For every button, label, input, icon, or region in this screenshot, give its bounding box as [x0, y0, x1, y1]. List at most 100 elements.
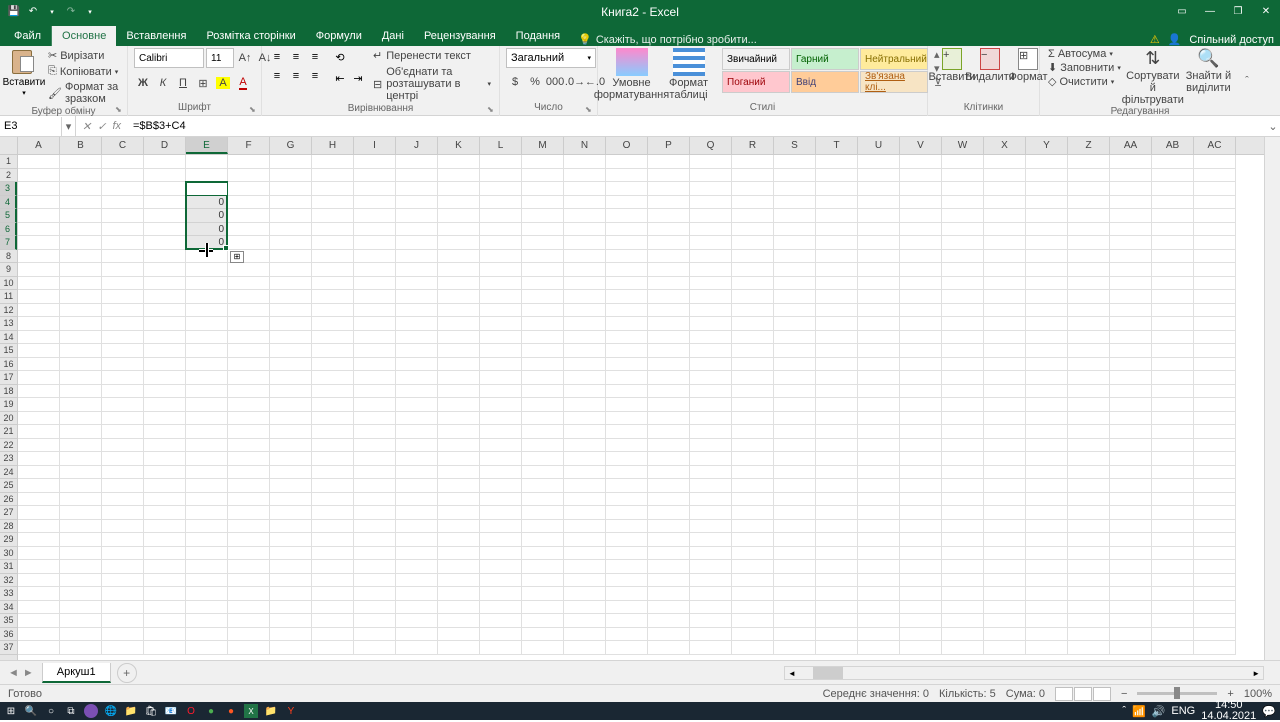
cell-A8[interactable] — [18, 250, 60, 264]
cell-AC24[interactable] — [1194, 466, 1236, 480]
cell-A10[interactable] — [18, 277, 60, 291]
undo-icon[interactable]: ↶ — [25, 4, 41, 20]
cell-W3[interactable] — [942, 182, 984, 196]
cell-Z37[interactable] — [1068, 641, 1110, 655]
paste-button[interactable]: Вставити ▾ — [6, 48, 42, 97]
cell-H23[interactable] — [312, 452, 354, 466]
style-bad[interactable]: Поганий — [722, 71, 790, 93]
cell-H11[interactable] — [312, 290, 354, 304]
cell-O26[interactable] — [606, 493, 648, 507]
cell-K36[interactable] — [438, 628, 480, 642]
cell-D36[interactable] — [144, 628, 186, 642]
cell-Z34[interactable] — [1068, 601, 1110, 615]
cell-I17[interactable] — [354, 371, 396, 385]
cell-AC27[interactable] — [1194, 506, 1236, 520]
col-header-J[interactable]: J — [396, 137, 438, 154]
tray-up-icon[interactable]: ˆ — [1122, 705, 1126, 717]
cell-R12[interactable] — [732, 304, 774, 318]
cell-O33[interactable] — [606, 587, 648, 601]
cell-R31[interactable] — [732, 560, 774, 574]
cell-T29[interactable] — [816, 533, 858, 547]
cell-AB24[interactable] — [1152, 466, 1194, 480]
percent-icon[interactable]: % — [526, 73, 544, 91]
cell-AA8[interactable] — [1110, 250, 1152, 264]
cell-A7[interactable] — [18, 236, 60, 250]
cell-K20[interactable] — [438, 412, 480, 426]
col-header-M[interactable]: M — [522, 137, 564, 154]
cell-M9[interactable] — [522, 263, 564, 277]
cell-I14[interactable] — [354, 331, 396, 345]
cell-L15[interactable] — [480, 344, 522, 358]
cell-G3[interactable] — [270, 182, 312, 196]
cell-V4[interactable] — [900, 196, 942, 210]
cell-L27[interactable] — [480, 506, 522, 520]
cell-E13[interactable] — [186, 317, 228, 331]
cell-X24[interactable] — [984, 466, 1026, 480]
cell-P7[interactable] — [648, 236, 690, 250]
cell-H9[interactable] — [312, 263, 354, 277]
cell-A5[interactable] — [18, 209, 60, 223]
cell-A17[interactable] — [18, 371, 60, 385]
cell-L7[interactable] — [480, 236, 522, 250]
cell-W18[interactable] — [942, 385, 984, 399]
cell-B2[interactable] — [60, 169, 102, 183]
cell-H1[interactable] — [312, 155, 354, 169]
cell-I6[interactable] — [354, 223, 396, 237]
cell-G12[interactable] — [270, 304, 312, 318]
cell-O14[interactable] — [606, 331, 648, 345]
cell-Y27[interactable] — [1026, 506, 1068, 520]
cell-AA10[interactable] — [1110, 277, 1152, 291]
cell-X11[interactable] — [984, 290, 1026, 304]
cell-F26[interactable] — [228, 493, 270, 507]
cell-R32[interactable] — [732, 574, 774, 588]
cell-A35[interactable] — [18, 614, 60, 628]
style-good[interactable]: Гарний — [791, 48, 859, 70]
row-headers[interactable]: 1234567891011121314151617181920212223242… — [0, 155, 18, 660]
cell-AA27[interactable] — [1110, 506, 1152, 520]
cell-A18[interactable] — [18, 385, 60, 399]
cell-A4[interactable] — [18, 196, 60, 210]
col-header-R[interactable]: R — [732, 137, 774, 154]
cell-C4[interactable] — [102, 196, 144, 210]
cell-I25[interactable] — [354, 479, 396, 493]
row-header-37[interactable]: 37 — [0, 641, 17, 655]
cell-Y22[interactable] — [1026, 439, 1068, 453]
cell-AC20[interactable] — [1194, 412, 1236, 426]
row-header-11[interactable]: 11 — [0, 290, 17, 304]
opera-icon[interactable]: O — [184, 704, 198, 718]
cell-G7[interactable] — [270, 236, 312, 250]
cell-X17[interactable] — [984, 371, 1026, 385]
cell-Y2[interactable] — [1026, 169, 1068, 183]
cell-E4[interactable]: 0 — [186, 196, 228, 210]
cell-E25[interactable] — [186, 479, 228, 493]
cell-Q9[interactable] — [690, 263, 732, 277]
cell-Q27[interactable] — [690, 506, 732, 520]
cell-M26[interactable] — [522, 493, 564, 507]
cell-I11[interactable] — [354, 290, 396, 304]
cell-D16[interactable] — [144, 358, 186, 372]
cell-G21[interactable] — [270, 425, 312, 439]
cell-T6[interactable] — [816, 223, 858, 237]
cell-X23[interactable] — [984, 452, 1026, 466]
row-header-20[interactable]: 20 — [0, 412, 17, 426]
cell-V21[interactable] — [900, 425, 942, 439]
cell-B18[interactable] — [60, 385, 102, 399]
cell-G10[interactable] — [270, 277, 312, 291]
cell-V29[interactable] — [900, 533, 942, 547]
cell-AC12[interactable] — [1194, 304, 1236, 318]
cell-R18[interactable] — [732, 385, 774, 399]
col-header-L[interactable]: L — [480, 137, 522, 154]
number-format-select[interactable]: Загальний▾ — [506, 48, 596, 68]
cell-H32[interactable] — [312, 574, 354, 588]
cell-H18[interactable] — [312, 385, 354, 399]
format-painter-button[interactable]: 🖌Формат за зразком — [46, 80, 121, 106]
notifications-icon[interactable]: 💬 — [1262, 705, 1276, 718]
col-header-AB[interactable]: AB — [1152, 137, 1194, 154]
cell-AC33[interactable] — [1194, 587, 1236, 601]
cell-V6[interactable] — [900, 223, 942, 237]
cell-AA31[interactable] — [1110, 560, 1152, 574]
cell-V33[interactable] — [900, 587, 942, 601]
cell-T5[interactable] — [816, 209, 858, 223]
cell-D13[interactable] — [144, 317, 186, 331]
cell-V34[interactable] — [900, 601, 942, 615]
